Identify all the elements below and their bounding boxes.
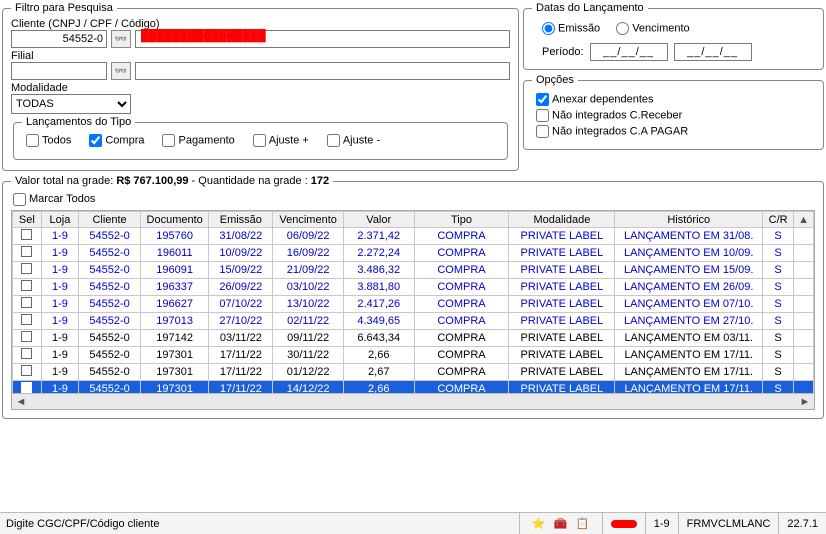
- status-hint: Digite CGC/CPF/Código cliente: [0, 518, 519, 530]
- opcoes-group: Opções Anexar dependentes Não integrados…: [523, 74, 824, 150]
- util-icon[interactable]: 🧰: [552, 517, 570, 531]
- table-row[interactable]: 1-954552-019601110/09/2216/09/222.272,24…: [13, 245, 814, 262]
- marcar-todos-checkbox[interactable]: Marcar Todos: [13, 193, 95, 205]
- grid-header-row[interactable]: Sel Loja Cliente Documento Emissão Venci…: [13, 212, 814, 228]
- periodo-ate-input[interactable]: [674, 43, 752, 61]
- datas-lancamento-group: Datas do Lançamento Emissão Vencimento P…: [523, 2, 824, 70]
- col-valor[interactable]: Valor: [343, 212, 414, 228]
- col-documento[interactable]: Documento: [140, 212, 208, 228]
- binoculars-icon: 👓: [115, 66, 127, 77]
- grid-dash: -: [188, 175, 198, 187]
- row-select-checkbox[interactable]: [21, 314, 32, 325]
- row-select-checkbox[interactable]: [21, 246, 32, 257]
- col-sel[interactable]: Sel: [13, 212, 42, 228]
- opcoes-legend: Opções: [532, 74, 578, 86]
- status-form: FRMVCLMLANC: [678, 513, 779, 534]
- status-version: 22.7.1: [778, 513, 826, 534]
- filial-code-input[interactable]: [11, 62, 107, 80]
- pagamento-label: Pagamento: [178, 134, 234, 146]
- col-sort-arrow[interactable]: ▲: [794, 212, 814, 228]
- lancamentos-tipo-legend: Lançamentos do Tipo: [22, 116, 135, 128]
- lancamentos-tipo-group: Lançamentos do Tipo Todos Compra Pagamen…: [13, 116, 508, 160]
- data-grid[interactable]: Sel Loja Cliente Documento Emissão Venci…: [12, 211, 814, 393]
- status-redacted: [611, 520, 637, 528]
- row-select-checkbox[interactable]: [21, 297, 32, 308]
- status-loja: 1-9: [645, 513, 678, 534]
- cliente-code-input[interactable]: [11, 30, 107, 48]
- anexar-label: Anexar dependentes: [552, 93, 654, 105]
- col-modalidade[interactable]: Modalidade: [509, 212, 615, 228]
- row-select-checkbox[interactable]: [21, 365, 32, 376]
- col-cr[interactable]: C/R: [763, 212, 794, 228]
- col-tipo[interactable]: Tipo: [414, 212, 509, 228]
- grid-total-prefix: Valor total na grade:: [15, 175, 116, 187]
- anexar-checkbox[interactable]: Anexar dependentes: [536, 93, 654, 106]
- grid-wrap: Sel Loja Cliente Documento Emissão Venci…: [11, 210, 815, 410]
- filial-label: Filial: [11, 50, 510, 62]
- filial-name-input[interactable]: [135, 62, 510, 80]
- cliente-name-redacted: ████████████████: [141, 30, 266, 42]
- emissao-label: Emissão: [558, 22, 600, 34]
- pagamento-checkbox[interactable]: Pagamento: [162, 134, 234, 147]
- ajuste-menos-label: Ajuste -: [343, 134, 380, 146]
- filtro-pesquisa-group: Filtro para Pesquisa Cliente (CNPJ / CPF…: [2, 2, 519, 171]
- status-bar: Digite CGC/CPF/Código cliente ⭐ 🧰 📋 1-9 …: [0, 512, 826, 534]
- nao-int-receber-checkbox[interactable]: Não integrados C.Receber: [536, 109, 682, 122]
- filtro-legend: Filtro para Pesquisa: [11, 2, 117, 14]
- scroll-right-icon[interactable]: ►: [798, 396, 812, 408]
- clipboard-icon[interactable]: 📋: [574, 517, 592, 531]
- compra-checkbox[interactable]: Compra: [89, 134, 144, 147]
- binoculars-icon: 👓: [115, 34, 127, 45]
- nao-int-receber-label: Não integrados C.Receber: [552, 109, 682, 121]
- table-row[interactable]: 1-954552-019730117/11/2230/11/222,66COMP…: [13, 347, 814, 364]
- compra-label: Compra: [105, 134, 144, 146]
- row-select-checkbox[interactable]: [21, 229, 32, 240]
- search-filial-button[interactable]: 👓: [111, 62, 131, 80]
- ajuste-mais-label: Ajuste +: [269, 134, 309, 146]
- periodo-label: Período:: [542, 46, 584, 58]
- table-row[interactable]: 1-954552-019730117/11/2214/12/222,66COMP…: [13, 381, 814, 394]
- vencimento-radio[interactable]: Vencimento: [616, 22, 689, 35]
- col-cliente[interactable]: Cliente: [79, 212, 141, 228]
- row-select-checkbox[interactable]: [21, 348, 32, 359]
- col-historico[interactable]: Histórico: [615, 212, 763, 228]
- grid-legend: Valor total na grade: R$ 767.100,99 - Qu…: [11, 175, 333, 187]
- grid-qtd-prefix: Quantidade na grade :: [198, 175, 311, 187]
- table-row[interactable]: 1-954552-019576031/08/2206/09/222.371,42…: [13, 228, 814, 245]
- table-row[interactable]: 1-954552-019609115/09/2221/09/223.486,32…: [13, 262, 814, 279]
- row-select-checkbox[interactable]: [21, 263, 32, 274]
- table-row[interactable]: 1-954552-019701327/10/2202/11/224.349,65…: [13, 313, 814, 330]
- todos-label: Todos: [42, 134, 71, 146]
- col-loja[interactable]: Loja: [41, 212, 79, 228]
- col-emissao[interactable]: Emissão: [209, 212, 273, 228]
- modalidade-label: Modalidade: [11, 82, 510, 94]
- ajuste-menos-checkbox[interactable]: Ajuste -: [327, 134, 380, 147]
- table-row[interactable]: 1-954552-019662707/10/2213/10/222.417,26…: [13, 296, 814, 313]
- nao-int-pagar-checkbox[interactable]: Não integrados C.A PAGAR: [536, 125, 688, 138]
- col-vencimento[interactable]: Vencimento: [273, 212, 344, 228]
- scroll-left-icon[interactable]: ◄: [14, 396, 28, 408]
- todos-checkbox[interactable]: Todos: [26, 134, 71, 147]
- periodo-de-input[interactable]: [590, 43, 668, 61]
- horizontal-scrollbar[interactable]: ◄ ►: [12, 393, 814, 409]
- vencimento-label: Vencimento: [632, 22, 689, 34]
- row-select-checkbox[interactable]: [21, 280, 32, 291]
- cliente-label: Cliente (CNPJ / CPF / Código): [11, 18, 510, 30]
- ajuste-mais-checkbox[interactable]: Ajuste +: [253, 134, 309, 147]
- marcar-todos-label: Marcar Todos: [29, 193, 95, 205]
- nao-int-pagar-label: Não integrados C.A PAGAR: [552, 125, 688, 137]
- row-select-checkbox[interactable]: [21, 382, 32, 393]
- grid-qtd-value: 172: [311, 175, 329, 187]
- grid-group: Valor total na grade: R$ 767.100,99 - Qu…: [2, 175, 824, 419]
- row-select-checkbox[interactable]: [21, 331, 32, 342]
- emissao-radio[interactable]: Emissão: [542, 22, 600, 35]
- star-icon[interactable]: ⭐: [530, 517, 548, 531]
- datas-legend: Datas do Lançamento: [532, 2, 648, 14]
- table-row[interactable]: 1-954552-019633726/09/2203/10/223.881,80…: [13, 279, 814, 296]
- grid-total-value: R$ 767.100,99: [116, 175, 188, 187]
- table-row[interactable]: 1-954552-019730117/11/2201/12/222,67COMP…: [13, 364, 814, 381]
- modalidade-select[interactable]: TODAS: [11, 94, 131, 114]
- search-cliente-button[interactable]: 👓: [111, 30, 131, 48]
- table-row[interactable]: 1-954552-019714203/11/2209/11/226.643,34…: [13, 330, 814, 347]
